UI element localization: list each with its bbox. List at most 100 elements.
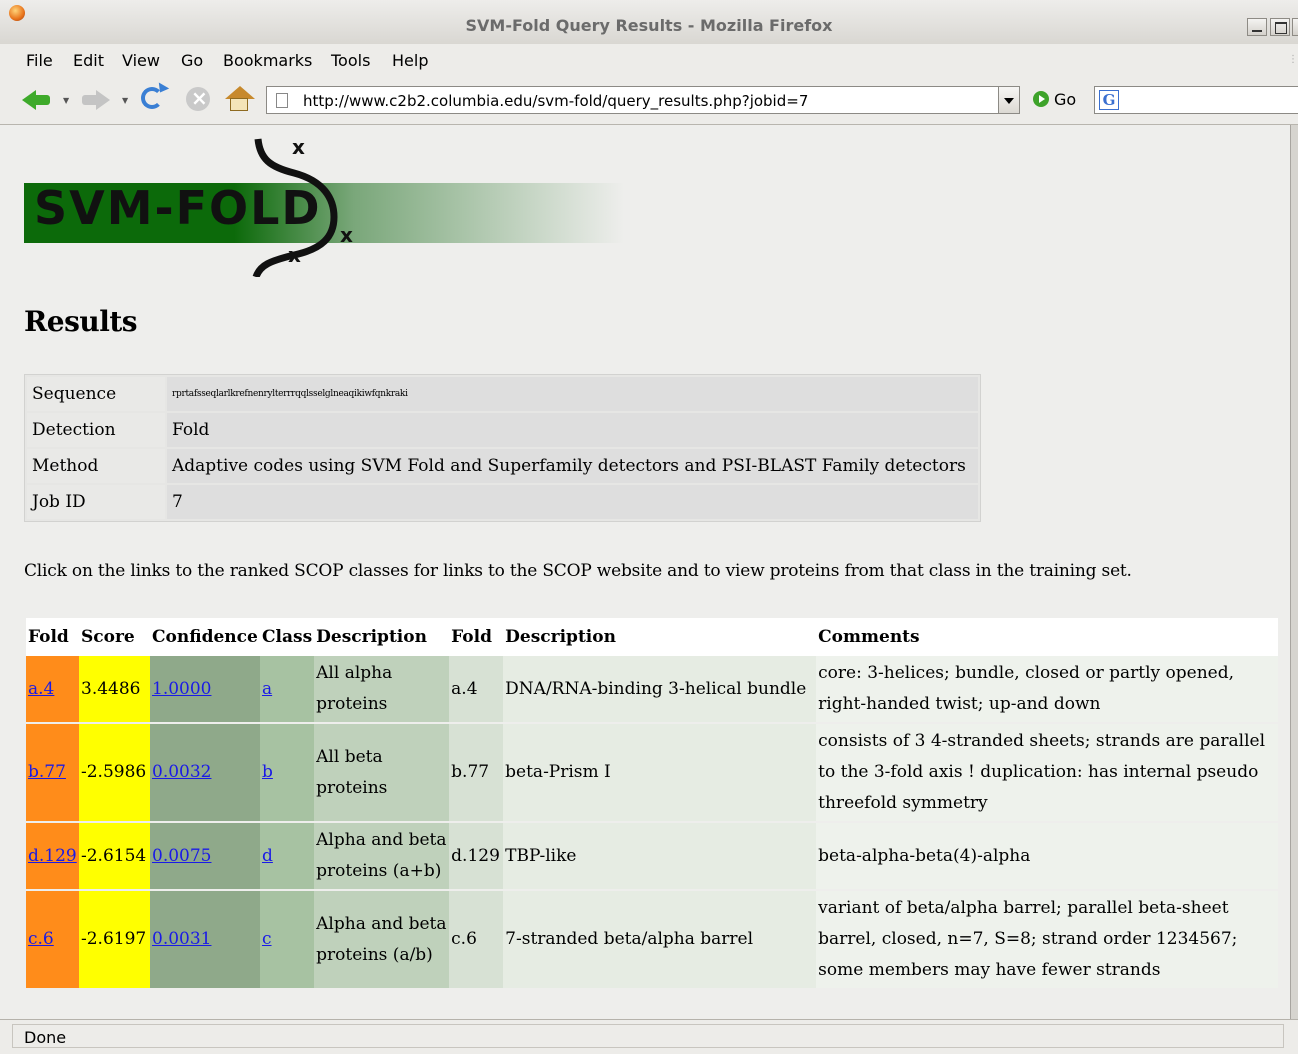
logo-x-mark: x [340,223,353,247]
status-panel [12,1024,1284,1048]
job-id-value: 7 [167,485,978,519]
fold-id-cell: a.4 [449,656,504,724]
menu-help[interactable]: Help [392,51,428,70]
class-description-cell: All beta proteins [314,723,450,823]
maximize-button[interactable] [1270,18,1290,36]
class-description-cell: All alpha proteins [314,656,450,724]
info-key: Method [27,449,165,483]
back-dropdown-icon[interactable]: ▼ [63,96,69,105]
logo-x-mark: x [292,135,305,159]
url-text[interactable]: http://www.c2b2.columbia.edu/svm-fold/qu… [303,92,808,110]
comments-cell: consists of 3 4-stranded sheets; strands… [816,723,1278,823]
header-fold-description: Description [503,618,817,656]
status-bar: Done [0,1019,1298,1054]
fold-link[interactable]: b.77 [28,762,66,782]
menu-go[interactable]: Go [181,51,203,70]
class-description-cell: Alpha and beta proteins (a+b) [314,822,450,891]
info-row-detection: Detection Fold [27,413,978,447]
page-icon [276,93,288,108]
info-key: Detection [27,413,165,447]
table-row: c.6 -2.6197 0.0031 c Alpha and beta prot… [26,890,1278,990]
menu-view[interactable]: View [122,51,160,70]
fold-id-cell: c.6 [449,890,504,990]
header-fold-id: Fold [449,618,504,656]
menu-file[interactable]: File [26,51,53,70]
confidence-link[interactable]: 0.0075 [152,846,211,866]
class-link[interactable]: d [262,846,273,866]
page-content: SVM-FOLD x x x Results Sequence rprtafss… [0,125,1298,1019]
class-link[interactable]: c [262,929,272,949]
table-row: b.77 -2.5986 0.0032 b All beta proteins … [26,723,1278,823]
method-value: Adaptive codes using SVM Fold and Superf… [167,449,978,483]
fold-link[interactable]: c.6 [28,929,54,949]
info-key: Sequence [27,377,165,411]
sequence-value: rprtafsseqlarlkrefnenrylterrrqqlsselglne… [167,377,978,411]
close-button[interactable] [1292,18,1298,36]
fold-link[interactable]: a.4 [28,679,54,699]
comments-cell: variant of beta/alpha barrel; parallel b… [816,890,1278,990]
forward-arrow-icon[interactable] [82,84,112,114]
vertical-scrollbar[interactable] [1290,125,1298,1019]
status-text: Done [24,1028,67,1047]
menu-tools[interactable]: Tools [331,51,370,70]
info-row-sequence: Sequence rprtafsseqlarlkrefnenrylterrrqq… [27,377,978,411]
confidence-link[interactable]: 0.0032 [152,762,211,782]
fold-id-cell: b.77 [449,723,504,823]
window-titlebar: SVM-Fold Query Results - Mozilla Firefox [0,0,1298,45]
info-row-job-id: Job ID 7 [27,485,978,519]
go-button[interactable]: Go [1033,90,1076,112]
fold-description-cell: DNA/RNA-binding 3-helical bundle [503,656,817,724]
fold-description-cell: beta-Prism I [503,723,817,823]
instruction-text: Click on the links to the ranked SCOP cl… [24,561,1132,581]
fold-id-cell: d.129 [449,822,504,891]
header-confidence: Confidence [150,618,260,656]
confidence-link[interactable]: 1.0000 [152,679,211,699]
reload-icon[interactable] [139,84,169,114]
menu-bookmarks[interactable]: Bookmarks [223,51,312,70]
forward-dropdown-icon[interactable]: ▼ [122,96,128,105]
results-table: Fold Score Confidence Class Description … [26,618,1278,990]
table-row: d.129 -2.6154 0.0075 d Alpha and beta pr… [26,822,1278,891]
header-score: Score [79,618,150,656]
header-class: Class [260,618,315,656]
header-class-description: Description [314,618,450,656]
svm-fold-logo: SVM-FOLD x x x [24,135,624,277]
logo-helix-icon [252,138,338,277]
google-search-icon[interactable]: G [1099,90,1119,110]
class-link[interactable]: a [262,679,272,699]
minimize-button[interactable] [1247,18,1267,36]
results-header-row: Fold Score Confidence Class Description … [26,618,1278,656]
score-cell: -2.6154 [79,822,150,891]
fold-description-cell: TBP-like [503,822,817,891]
url-dropdown-button[interactable] [998,87,1019,113]
score-cell: -2.5986 [79,723,150,823]
query-info-table: Sequence rprtafsseqlarlkrefnenrylterrrqq… [24,374,981,522]
stop-icon[interactable] [183,84,213,114]
class-link[interactable]: b [262,762,273,782]
url-bar[interactable]: http://www.c2b2.columbia.edu/svm-fold/qu… [266,86,1020,114]
header-comments: Comments [816,618,1278,656]
info-row-method: Method Adaptive codes using SVM Fold and… [27,449,978,483]
detection-value: Fold [167,413,978,447]
go-arrow-icon [1033,91,1049,107]
fold-link[interactable]: d.129 [28,846,77,866]
confidence-link[interactable]: 0.0031 [152,929,211,949]
back-arrow-icon[interactable] [22,84,52,114]
toolbar-grip-icon: ⋮ [1288,54,1298,65]
home-icon[interactable] [224,84,255,114]
page-title: Results [24,305,138,338]
navigation-toolbar: ▼ ▼ http://www.c2b2.columbia.edu/svm-fol… [0,74,1298,125]
window-title: SVM-Fold Query Results - Mozilla Firefox [465,16,833,35]
logo-x-mark: x [288,243,301,267]
score-cell: 3.4486 [79,656,150,724]
search-box[interactable]: G [1094,86,1298,114]
header-fold: Fold [26,618,79,656]
score-cell: -2.6197 [79,890,150,990]
comments-cell: beta-alpha-beta(4)-alpha [816,822,1278,891]
menu-edit[interactable]: Edit [73,51,104,70]
go-label: Go [1054,90,1077,109]
comments-cell: core: 3-helices; bundle, closed or partl… [816,656,1278,724]
fold-description-cell: 7-stranded beta/alpha barrel [503,890,817,990]
menu-bar: File Edit View Go Bookmarks Tools Help ⋮ [0,44,1298,75]
info-key: Job ID [27,485,165,519]
